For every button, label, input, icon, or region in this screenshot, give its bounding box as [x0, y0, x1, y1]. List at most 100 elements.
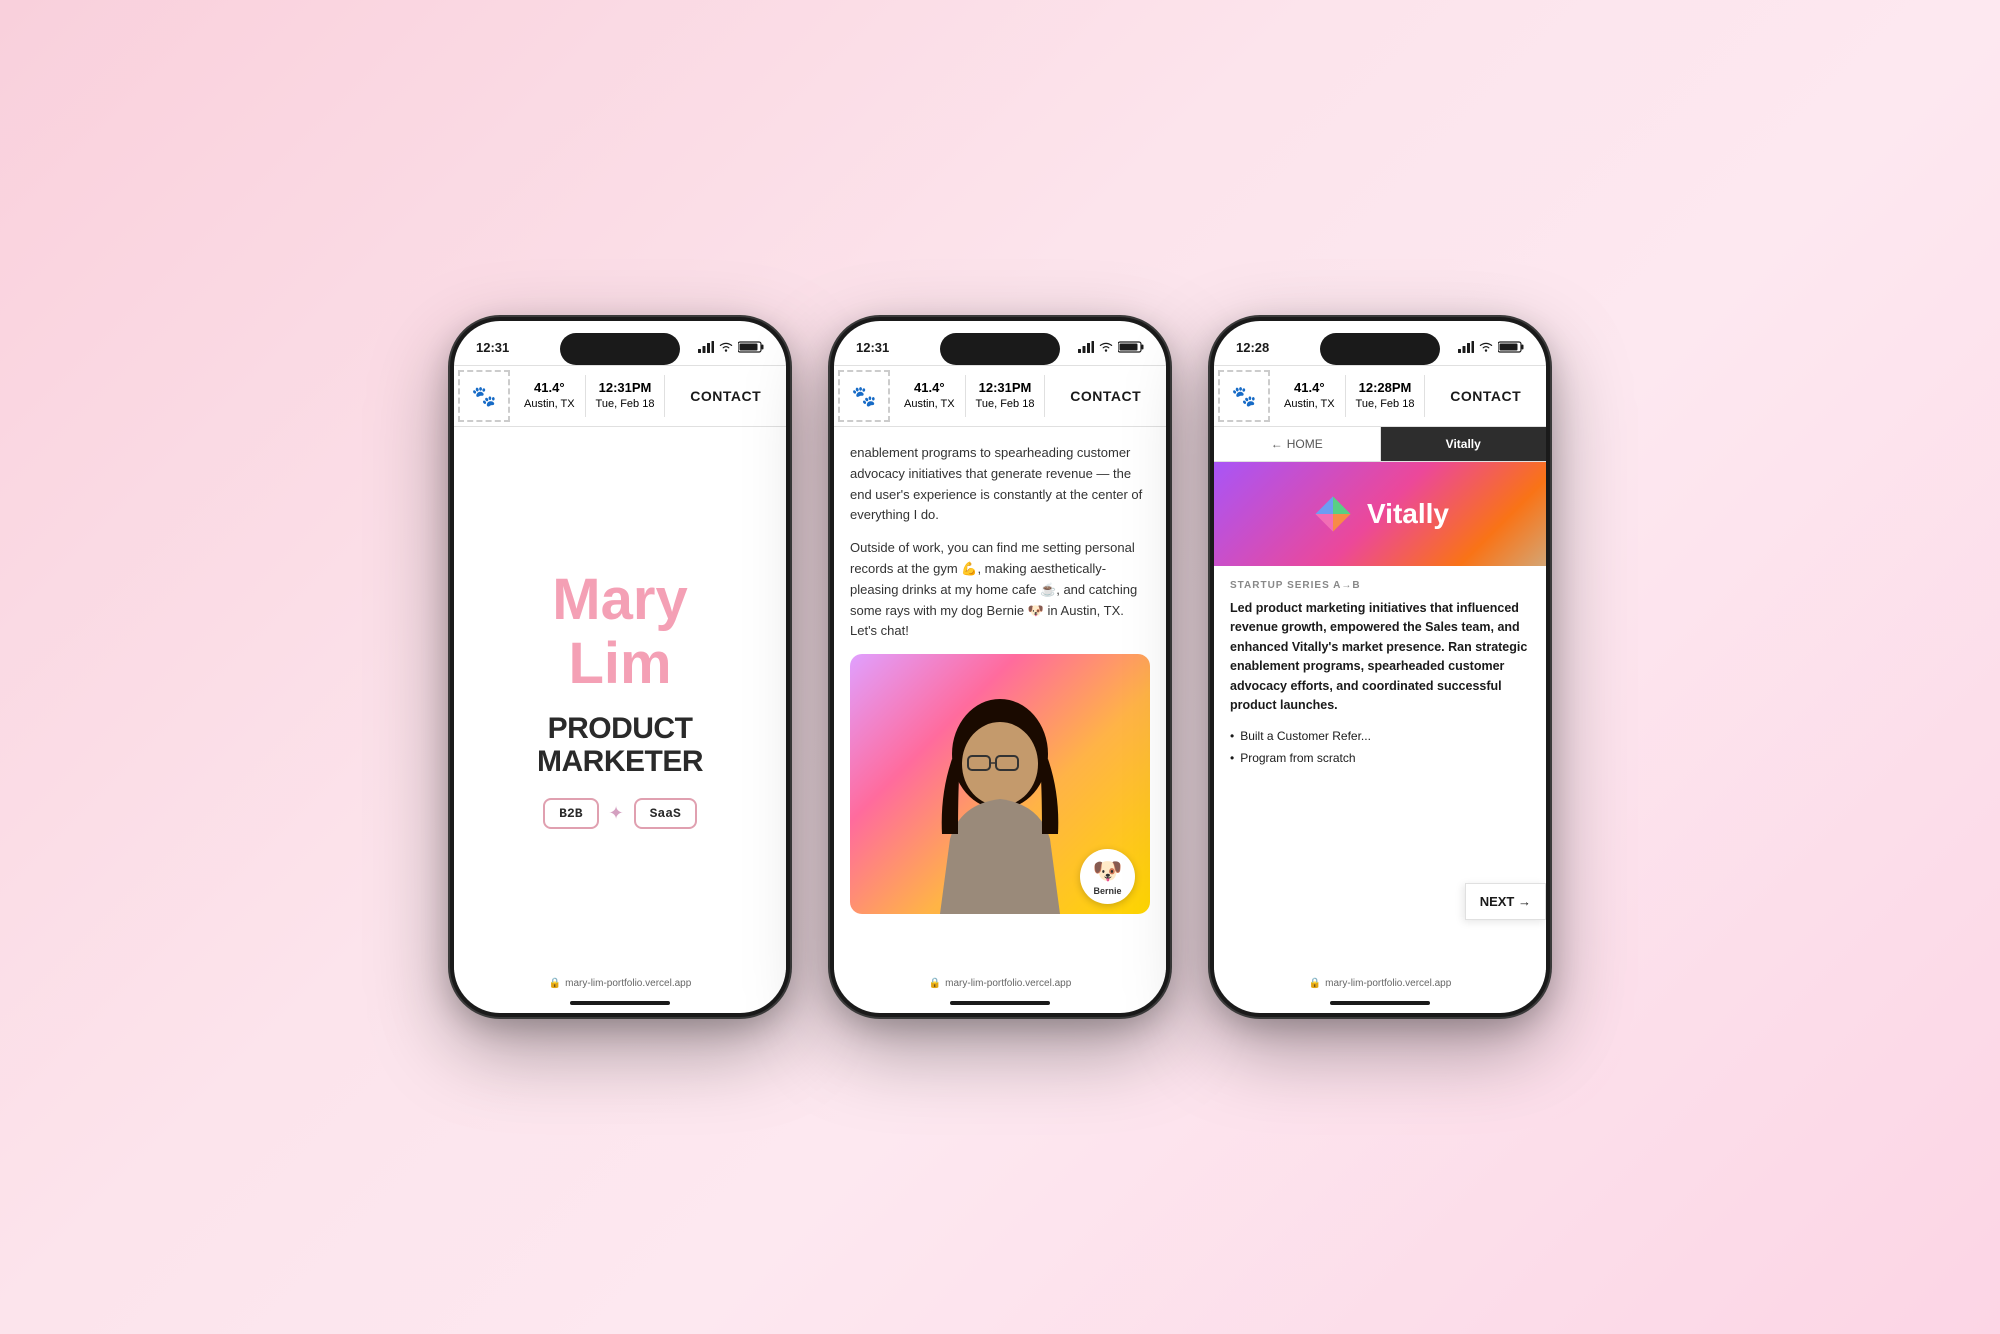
phone1-content: Mary Lim PRODUCT MARKETER B2B ✦ SaaS: [454, 427, 786, 970]
home-indicator-1: [570, 1001, 670, 1005]
url-text-1: mary-lim-portfolio.vercel.app: [565, 978, 691, 989]
header-stamp-2: 🐾: [838, 370, 890, 422]
header-date-3: Tue, Feb 18: [1356, 397, 1415, 412]
tab-home[interactable]: ← HOME: [1214, 427, 1381, 461]
hero-role-line2: MARKETER: [537, 745, 703, 778]
header-bar-1: 🐾 41.4° Austin, TX 12:31PM Tue, Feb 18 C…: [454, 365, 786, 427]
battery-icon-2: [1118, 341, 1144, 353]
dynamic-island-3: [1320, 333, 1440, 365]
tag-b2b: B2B: [543, 798, 598, 829]
lock-icon-2: 🔒: [929, 978, 941, 989]
about-para2: Outside of work, you can find me setting…: [850, 538, 1150, 642]
header-bar-3: 🐾 41.4° Austin, TX 12:28PM Tue, Feb 18 C…: [1214, 365, 1546, 427]
header-temp-1: 41.4°: [534, 379, 565, 397]
home-indicator-3: [1330, 1001, 1430, 1005]
header-contact-btn-3[interactable]: CONTACT: [1425, 388, 1546, 404]
hero-name: Mary Lim: [552, 568, 687, 696]
about-screen: enablement programs to spearheading cust…: [834, 427, 1166, 970]
status-icons-1: [698, 341, 764, 353]
header-city-1: Austin, TX: [524, 397, 575, 412]
next-button[interactable]: NEXT →: [1465, 883, 1546, 920]
header-datetime-2: 12:31PM Tue, Feb 18: [966, 375, 1046, 417]
phone-2: 12:31: [830, 317, 1170, 1017]
header-location-3: 41.4° Austin, TX: [1274, 375, 1346, 417]
header-location-2: 41.4° Austin, TX: [894, 375, 966, 417]
dog-emoji: 🐶: [1093, 857, 1123, 886]
header-bar-2: 🐾 41.4° Austin, TX 12:31PM Tue, Feb 18 C…: [834, 365, 1166, 427]
hero-name-line2: Lim: [568, 631, 671, 696]
header-time-1: 12:31PM: [599, 379, 652, 397]
header-datetime-1: 12:31PM Tue, Feb 18: [586, 375, 666, 417]
series-label: STARTUP SERIES A→B: [1230, 580, 1530, 591]
tab-vitally[interactable]: Vitally: [1381, 427, 1547, 461]
url-bar-1: 🔒 mary-lim-portfolio.vercel.app: [549, 978, 692, 989]
header-temp-3: 41.4°: [1294, 379, 1325, 397]
header-time-3: 12:28PM: [1359, 379, 1412, 397]
wifi-icon-3: [1478, 341, 1494, 353]
header-time-2: 12:31PM: [979, 379, 1032, 397]
header-city-3: Austin, TX: [1284, 397, 1335, 412]
header-city-2: Austin, TX: [904, 397, 955, 412]
signal-icon-2: [1078, 341, 1094, 353]
phone-3: 12:28: [1210, 317, 1550, 1017]
header-datetime-3: 12:28PM Tue, Feb 18: [1346, 375, 1426, 417]
profile-photo: 🐶 Bernie: [850, 654, 1150, 914]
status-time-3: 12:28: [1236, 340, 1269, 355]
bernie-sticker: 🐶 Bernie: [1080, 849, 1135, 904]
bernie-label: Bernie: [1093, 886, 1121, 896]
home-indicator-2: [950, 1001, 1050, 1005]
vitally-company-name: Vitally: [1367, 498, 1449, 530]
url-text-3: mary-lim-portfolio.vercel.app: [1325, 978, 1451, 989]
bullet-item-2: Program from scratch: [1230, 749, 1530, 767]
vitally-tab-label: Vitally: [1446, 437, 1481, 451]
phone3-content: ← HOME Vitally: [1214, 427, 1546, 970]
url-text-2: mary-lim-portfolio.vercel.app: [945, 978, 1071, 989]
tag-star: ✦: [609, 803, 624, 824]
status-time-1: 12:31: [476, 340, 509, 355]
bullet-text-1: Built a Customer Refer...: [1240, 727, 1371, 745]
vitally-logo-icon: [1311, 492, 1355, 536]
wifi-icon-2: [1098, 341, 1114, 353]
lock-icon-3: 🔒: [1309, 978, 1321, 989]
status-icons-2: [1078, 341, 1144, 353]
work-description: Led product marketing initiatives that i…: [1230, 599, 1530, 715]
header-contact-btn-1[interactable]: CONTACT: [665, 388, 786, 404]
url-bar-3: 🔒 mary-lim-portfolio.vercel.app: [1309, 978, 1452, 989]
phone1-bottom: 🔒 mary-lim-portfolio.vercel.app: [454, 970, 786, 1001]
work-logo-section: Vitally: [1214, 462, 1546, 566]
header-stamp-3: 🐾: [1218, 370, 1270, 422]
hero-role-line1: PRODUCT: [537, 712, 703, 745]
work-screen: ← HOME Vitally: [1214, 427, 1546, 970]
dynamic-island-1: [560, 333, 680, 365]
bullet-item-1: Built a Customer Refer...: [1230, 727, 1530, 745]
phones-container: 12:31: [450, 317, 1550, 1017]
lock-icon-1: 🔒: [549, 978, 561, 989]
status-icons-3: [1458, 341, 1524, 353]
tag-saas: SaaS: [634, 798, 697, 829]
nav-tabs: ← HOME Vitally: [1214, 427, 1546, 462]
tags-row: B2B ✦ SaaS: [543, 798, 697, 829]
hero-role: PRODUCT MARKETER: [537, 712, 703, 778]
header-date-2: Tue, Feb 18: [976, 397, 1035, 412]
header-temp-2: 41.4°: [914, 379, 945, 397]
wifi-icon-1: [718, 341, 734, 353]
header-contact-btn-2[interactable]: CONTACT: [1045, 388, 1166, 404]
next-label: NEXT →: [1480, 894, 1531, 909]
home-tab-label: HOME: [1287, 437, 1323, 451]
home-screen: Mary Lim PRODUCT MARKETER B2B ✦ SaaS: [454, 427, 786, 970]
signal-icon-1: [698, 341, 714, 353]
header-date-1: Tue, Feb 18: [596, 397, 655, 412]
hero-name-line1: Mary: [552, 567, 687, 632]
about-para1: enablement programs to spearheading cust…: [850, 443, 1150, 526]
header-location-1: 41.4° Austin, TX: [514, 375, 586, 417]
bullet-text-2: Program from scratch: [1240, 749, 1355, 767]
url-bar-2: 🔒 mary-lim-portfolio.vercel.app: [929, 978, 1072, 989]
battery-icon-1: [738, 341, 764, 353]
phone3-bottom: 🔒 mary-lim-portfolio.vercel.app: [1214, 970, 1546, 1001]
status-time-2: 12:31: [856, 340, 889, 355]
phone2-bottom: 🔒 mary-lim-portfolio.vercel.app: [834, 970, 1166, 1001]
signal-icon-3: [1458, 341, 1474, 353]
header-stamp-1: 🐾: [458, 370, 510, 422]
phone2-content: enablement programs to spearheading cust…: [834, 427, 1166, 970]
back-arrow-icon: ←: [1271, 437, 1283, 451]
